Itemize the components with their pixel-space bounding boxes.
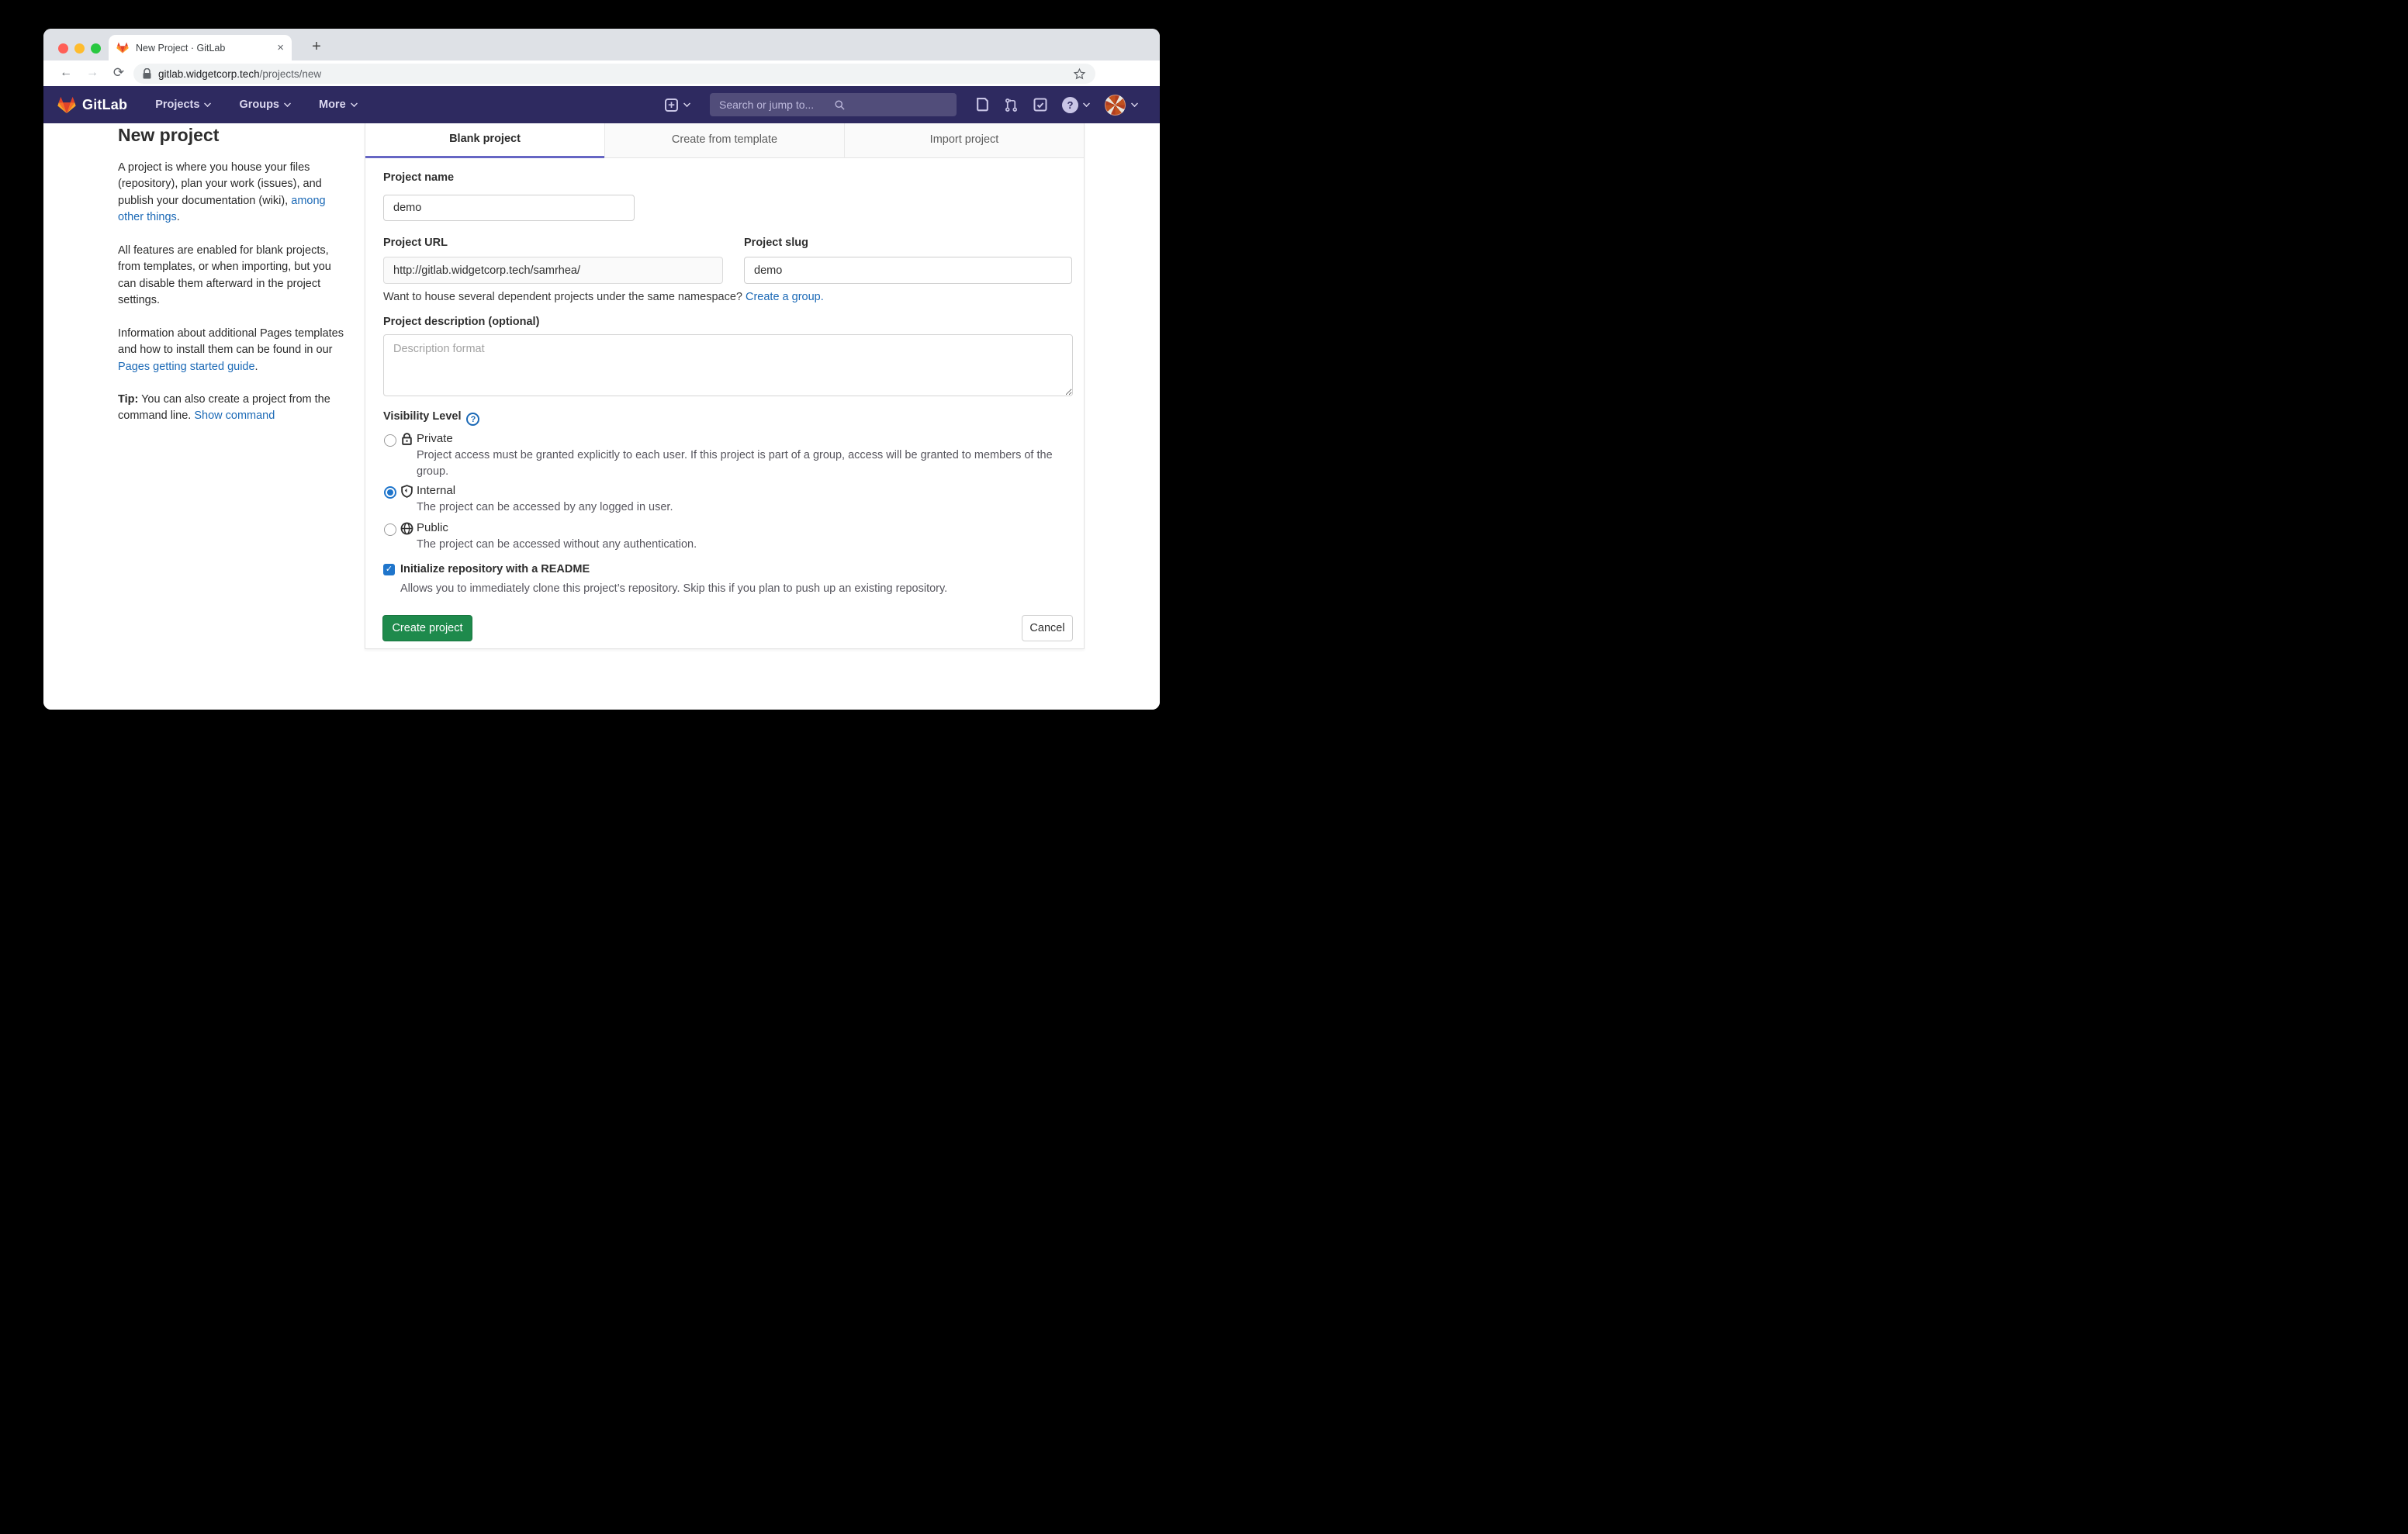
browser-toolbar: ← → ⟳ gitlab.widgetcorp.tech/projects/ne… — [43, 60, 1160, 86]
issues-icon[interactable] — [976, 98, 989, 112]
readme-checkbox[interactable]: ✓ — [383, 564, 395, 575]
address-bar[interactable]: gitlab.widgetcorp.tech/projects/new — [133, 64, 1095, 84]
project-description-textarea[interactable] — [383, 334, 1073, 396]
chevron-down-icon — [1131, 100, 1138, 107]
tab-import-project[interactable]: Import project — [844, 123, 1084, 158]
chevron-down-icon — [683, 100, 690, 107]
visibility-internal-desc: The project can be accessed by any logge… — [417, 499, 1074, 516]
search-icon — [834, 99, 949, 111]
user-avatar — [1105, 95, 1126, 116]
namespace-helper-text: Want to house several dependent projects… — [383, 291, 824, 303]
cancel-button[interactable]: Cancel — [1022, 615, 1073, 641]
tab-blank-project[interactable]: Blank project — [365, 123, 604, 158]
new-project-panel: Blank project Create from template Impor… — [365, 123, 1085, 649]
reload-button[interactable]: ⟳ — [109, 63, 129, 83]
todos-icon[interactable] — [1033, 98, 1047, 112]
help-dropdown[interactable]: ? — [1062, 97, 1090, 113]
shield-icon — [400, 485, 413, 498]
bookmark-star-icon[interactable] — [1073, 67, 1086, 81]
visibility-help-icon[interactable]: ? — [466, 413, 479, 426]
browser-tabstrip: New Project · GitLab × + — [43, 29, 1160, 60]
sidebar-paragraph: A project is where you house your files … — [118, 160, 344, 226]
chevron-down-icon — [1083, 100, 1090, 107]
visibility-private-label[interactable]: Private — [417, 432, 453, 445]
gitlab-navbar: GitLab Projects Groups More + Search or … — [43, 86, 1160, 123]
traffic-close-button[interactable] — [58, 43, 68, 54]
lock-icon — [143, 68, 151, 79]
create-a-group-link[interactable]: Create a group. — [746, 291, 824, 303]
sidebar-help-column: New project A project is where you house… — [118, 125, 344, 441]
radio-private[interactable] — [384, 434, 396, 447]
tab-create-from-template[interactable]: Create from template — [604, 123, 844, 158]
visibility-internal-label[interactable]: Internal — [417, 484, 455, 497]
plus-square-icon: + — [665, 98, 678, 112]
show-command-link[interactable]: Show command — [194, 409, 275, 422]
project-url-label: Project URL — [383, 237, 448, 249]
sidebar-paragraph: Tip: You can also create a project from … — [118, 392, 344, 425]
lock-icon — [400, 433, 413, 446]
nav-groups-menu[interactable]: Groups — [239, 98, 291, 111]
pages-guide-link[interactable]: Pages getting started guide — [118, 361, 255, 373]
project-type-tabs: Blank project Create from template Impor… — [365, 123, 1084, 158]
merge-requests-icon[interactable] — [1004, 98, 1019, 112]
screenshot-canvas: New Project · GitLab × + ← → ⟳ gitlab.wi… — [0, 0, 1204, 767]
browser-window: New Project · GitLab × + ← → ⟳ gitlab.wi… — [43, 29, 1160, 710]
project-slug-input[interactable] — [744, 257, 1072, 284]
visibility-private-desc: Project access must be granted explicitl… — [417, 447, 1074, 480]
project-name-label: Project name — [383, 171, 454, 184]
visibility-level-label: Visibility Level? — [383, 410, 479, 426]
nav-more-menu[interactable]: More — [319, 98, 358, 111]
chevron-down-icon — [204, 100, 211, 107]
navbar-menu: Projects Groups More — [155, 98, 357, 111]
project-name-input[interactable] — [383, 195, 635, 221]
traffic-zoom-button[interactable] — [91, 43, 101, 54]
search-placeholder: Search or jump to... — [719, 98, 834, 111]
visibility-public-label[interactable]: Public — [417, 521, 448, 534]
new-item-dropdown[interactable]: + — [665, 98, 690, 112]
sidebar-paragraph: All features are enabled for blank proje… — [118, 243, 344, 309]
project-slug-label: Project slug — [744, 237, 808, 249]
readme-label[interactable]: Initialize repository with a README — [400, 563, 590, 575]
project-url-input[interactable] — [383, 257, 723, 284]
page-title: New project — [118, 125, 344, 146]
radio-public[interactable] — [384, 523, 396, 536]
gitlab-logo-icon[interactable] — [57, 96, 76, 114]
gitlab-favicon-icon — [116, 42, 129, 54]
new-tab-button[interactable]: + — [306, 36, 327, 58]
sidebar-paragraph: Information about additional Pages templ… — [118, 326, 344, 375]
chevron-down-icon — [351, 100, 358, 107]
browser-tab[interactable]: New Project · GitLab × — [109, 35, 292, 60]
readme-desc: Allows you to immediately clone this pro… — [400, 581, 1058, 597]
browser-tab-title: New Project · GitLab — [136, 43, 277, 54]
project-description-label: Project description (optional) — [383, 316, 539, 328]
gitlab-logo-text[interactable]: GitLab — [82, 97, 127, 113]
tab-close-icon[interactable]: × — [277, 42, 284, 54]
search-input[interactable]: Search or jump to... — [710, 93, 957, 116]
url-domain: gitlab.widgetcorp.tech — [158, 68, 260, 80]
chevron-down-icon — [284, 100, 291, 107]
user-menu[interactable] — [1105, 95, 1138, 116]
help-icon: ? — [1062, 97, 1078, 113]
traffic-minimize-button[interactable] — [74, 43, 85, 54]
page-content: New project A project is where you house… — [43, 123, 1160, 710]
forward-button[interactable]: → — [82, 63, 102, 83]
radio-internal[interactable] — [384, 486, 396, 499]
url-path: /projects/new — [260, 68, 322, 80]
globe-icon — [400, 522, 413, 535]
back-button[interactable]: ← — [56, 63, 76, 83]
visibility-public-desc: The project can be accessed without any … — [417, 537, 1074, 553]
create-project-button[interactable]: Create project — [382, 615, 472, 641]
nav-projects-menu[interactable]: Projects — [155, 98, 211, 111]
